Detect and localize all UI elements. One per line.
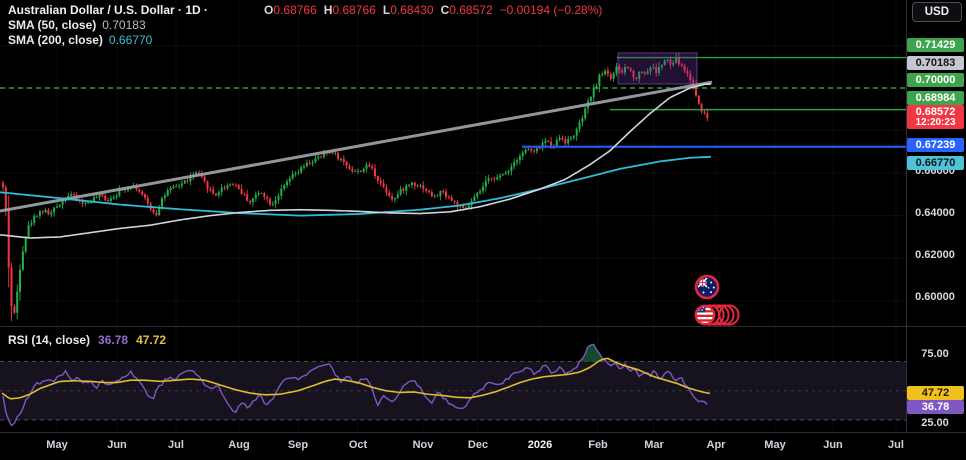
sma200-label: SMA (200, close) [8, 33, 103, 47]
time-axis-label: Nov [413, 439, 434, 451]
time-axis[interactable]: May Jun Jul Aug Sep Oct Nov Dec 2026 Feb Mar Apr May… [0, 432, 966, 460]
low-value: 0.68430 [390, 3, 433, 17]
price-axis-label: 0.64000 [906, 207, 964, 219]
time-axis-label: May [764, 439, 785, 451]
rsi-axis-label: 75.00 [906, 348, 964, 360]
time-axis-label: Apr [707, 439, 726, 451]
change-value: −0.00194 (−0.28%) [500, 3, 603, 17]
us-flag-sticker[interactable] [695, 305, 739, 326]
chart-canvas[interactable] [0, 0, 966, 460]
rsi-ma-value: 47.72 [136, 333, 166, 347]
time-axis-label: Dec [468, 439, 488, 451]
main-legend: Australian Dollar / U.S. Dollar · 1D ·O0… [8, 3, 602, 48]
time-axis-label: Jul [168, 439, 184, 451]
time-axis-label: May [46, 439, 67, 451]
ohlc-readout: O0.68766H0.68766L0.68430C0.68572−0.00194… [264, 3, 602, 17]
rsi-legend-row[interactable]: RSI (14, close) 36.78 47.72 [8, 333, 166, 347]
price-badge: 0.66770 [907, 156, 964, 170]
sma200-legend-row[interactable]: SMA (200, close) 0.66770 [8, 33, 602, 48]
time-axis-label: Jun [107, 439, 127, 451]
price-badge: 0.68984 [907, 91, 964, 105]
countdown-timer: 12:20:23 [907, 117, 964, 128]
time-axis-label: Feb [588, 439, 608, 451]
time-axis-label: Sep [288, 439, 308, 451]
candlestick-series [2, 53, 708, 322]
time-axis-label: Mar [644, 439, 664, 451]
price-badge: 0.70000 [907, 73, 964, 87]
price-badge: 0.71429 [907, 38, 964, 52]
price-axis-label: 0.60000 [906, 291, 964, 303]
price-badge: 0.67239 [907, 138, 964, 152]
open-label: O [264, 3, 273, 17]
currency-toggle-button[interactable]: USD [912, 2, 962, 22]
australia-flag-sticker[interactable] [696, 276, 718, 298]
trading-chart-app: Australian Dollar / U.S. Dollar · 1D ·O0… [0, 0, 966, 460]
rsi-badge: 36.78 [907, 400, 964, 414]
rsi-label: RSI (14, close) [8, 333, 90, 347]
close-label: C [441, 3, 450, 17]
price-axis-label: 0.62000 [906, 249, 964, 261]
symbol-title: Australian Dollar / U.S. Dollar · 1D · [8, 3, 208, 17]
high-value: 0.68766 [332, 3, 375, 17]
sma50-value: 0.70183 [102, 18, 145, 32]
rsi-band-background [0, 362, 906, 421]
rsi-value: 36.78 [98, 333, 128, 347]
rsi-axis-label: 25.00 [906, 417, 964, 429]
time-axis-label: Jul [888, 439, 904, 451]
sma50-legend-row[interactable]: SMA (50, close) 0.70183 [8, 18, 602, 33]
close-value: 0.68572 [449, 3, 492, 17]
price-badge: 0.6857212:20:23 [907, 105, 964, 129]
time-axis-label: Aug [228, 439, 249, 451]
time-axis-label: Jun [823, 439, 843, 451]
sma200-value: 0.66770 [109, 33, 152, 47]
price-overlays [0, 53, 906, 238]
time-axis-label: Oct [349, 439, 367, 451]
open-value: 0.68766 [273, 3, 316, 17]
price-badge: 0.70183 [907, 56, 964, 70]
sma50-label: SMA (50, close) [8, 18, 96, 32]
time-axis-label: 2026 [528, 439, 552, 451]
price-scale[interactable]: 0.660000.640000.620000.600000.714290.701… [906, 0, 966, 432]
rsi-badge: 47.72 [907, 386, 964, 400]
symbol-row[interactable]: Australian Dollar / U.S. Dollar · 1D ·O0… [8, 3, 602, 18]
